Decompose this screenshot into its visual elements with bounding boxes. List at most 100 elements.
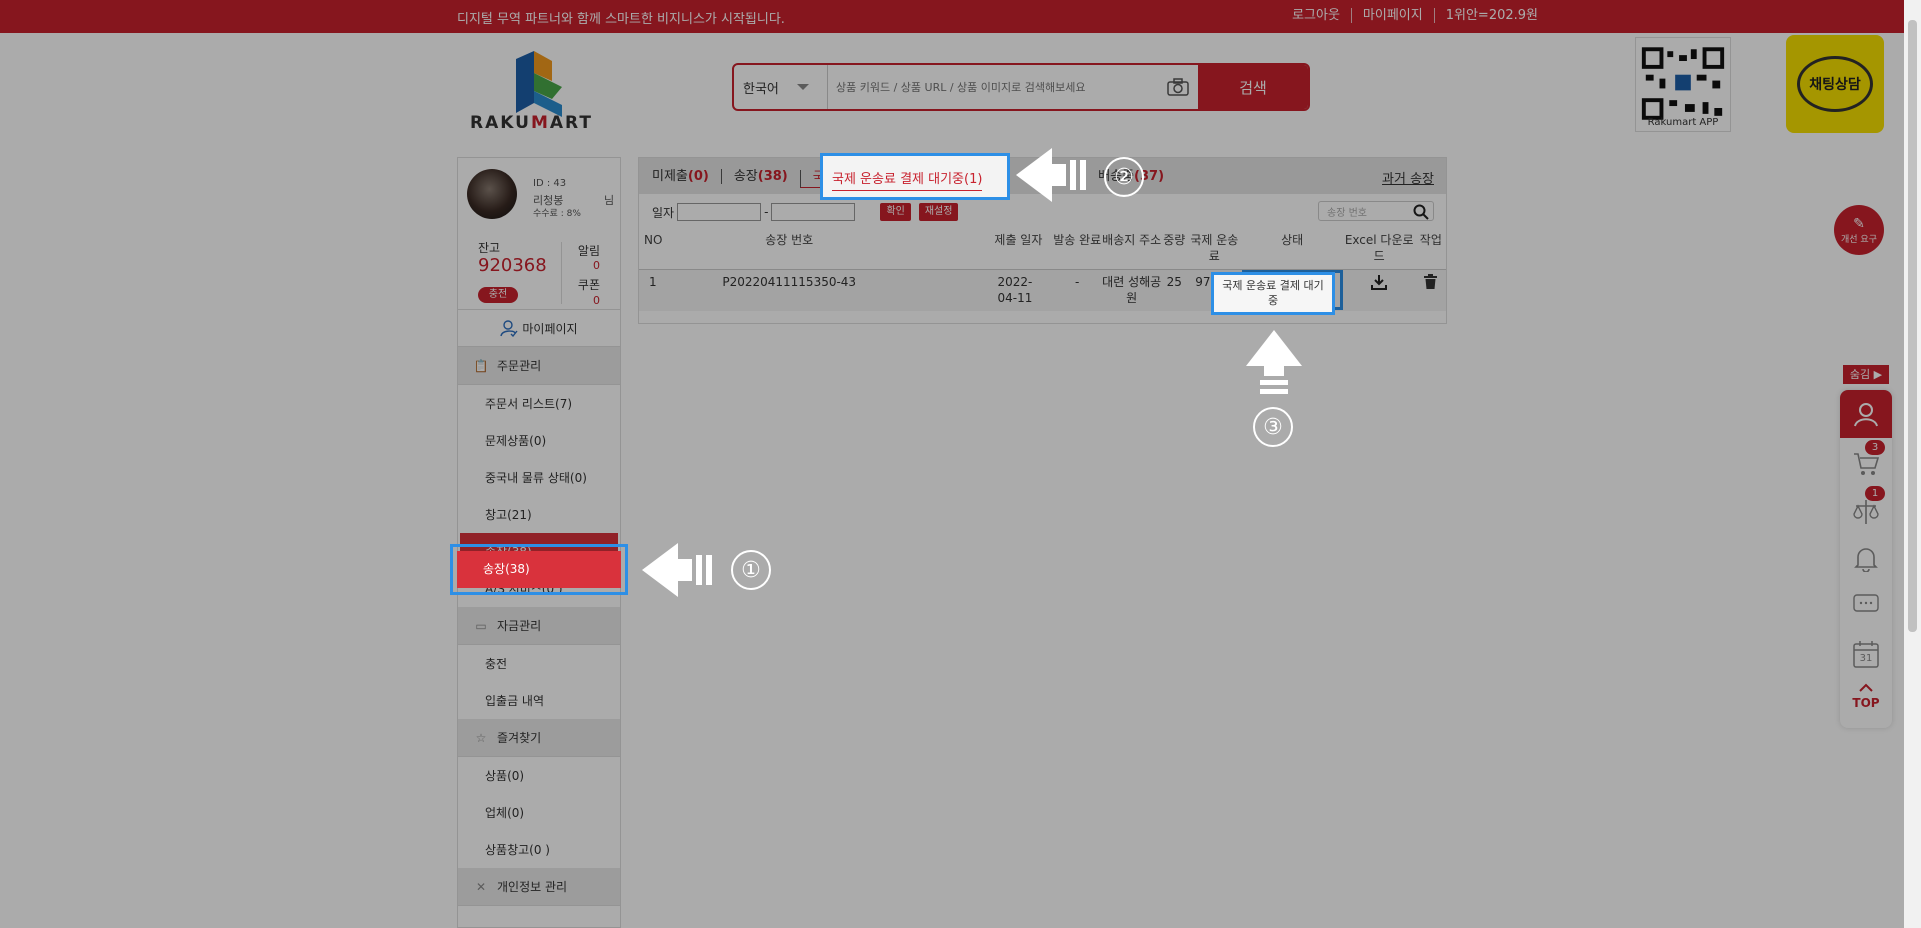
date-label: 일자 [652,205,675,220]
table-header-row: NO 송장 번호 제출 일자 발송 완료 배송지 주소 중량 국제 운송료 상태… [639,230,1446,270]
chat-bubble-icon: 채팅상담 [1797,56,1873,112]
sidebar-item-product-warehouse[interactable]: 상품창고(0 ) [458,831,620,868]
row-action [1415,269,1446,311]
clipboard-icon: 📋 [473,358,489,373]
charge-button[interactable]: 충전 [478,287,518,303]
top-bar: 디지털 무역 파트너와 함께 스마트한 비지니스가 시작됩니다. 로그아웃 마이… [0,0,1921,33]
scrollbar-thumb[interactable] [1908,20,1917,632]
star-icon: ☆ [475,730,487,745]
sidebar-item-transactions[interactable]: 입출금 내역 [458,682,620,719]
right-toolbar: 3 1 31 TOP [1840,390,1892,728]
chevron-up-icon [1859,683,1873,692]
date-to-input[interactable] [771,203,856,221]
row-excel [1342,269,1416,311]
invoice-search-input[interactable]: 송장 번호 [1318,201,1434,221]
sidebar-item-fav-products[interactable]: 상품(0) [458,757,620,794]
logo-text: RAKUMART [470,113,593,133]
row-submit-date: 2022-04-11 [902,269,1053,311]
hide-toolbar-button[interactable]: 숨김 ▶ [1843,365,1889,384]
card-icon: ▭ [475,618,487,633]
confirm-button[interactable]: 확인 [880,203,911,221]
search-icon[interactable] [1413,204,1429,220]
coupon-label[interactable]: 쿠폰 [578,276,600,293]
coupon-count: 0 [593,294,600,307]
search-bar: 한국어 검색 [732,63,1310,111]
tab-invoice[interactable]: 송장(38) [720,168,800,184]
date-dash: - [764,205,769,219]
mypage-link[interactable]: 마이페이지 [1350,8,1434,23]
reset-button[interactable]: 재설정 [918,203,959,221]
row-no: 1 [639,269,677,311]
search-input[interactable] [828,65,1158,109]
profile-card: ID : 43 리청봉 님 수수료 : 8% 잔고 920368 충전 알림 0… [458,158,620,310]
col-address: 배송지 주소 [1101,230,1162,270]
col-action: 작업 [1415,230,1446,270]
search-button[interactable]: 검색 [1198,65,1308,109]
scroll-top-button[interactable]: TOP [1840,696,1892,710]
step-number-1: ① [731,550,771,590]
arrow-left-icon [642,543,712,597]
step-number-3: ③ [1253,407,1293,447]
arrow-left-icon [1016,148,1086,202]
sidebar-item-order-list[interactable]: 주문서 리스트(7) [458,385,620,422]
balance-value: 920368 [478,255,547,276]
chat-icon[interactable] [1853,594,1879,614]
col-invoice-number: 송장 번호 [676,230,903,270]
sidebar-item-charge[interactable]: 충전 [458,645,620,682]
row-weight: 25 [1161,269,1188,311]
chevron-down-icon [796,84,809,90]
date-from-input[interactable] [677,203,762,221]
page-scrollbar[interactable] [1904,0,1921,928]
sidebar-item-fav-shops[interactable]: 업체(0) [458,794,620,831]
camera-icon[interactable] [1158,65,1198,109]
top-links: 로그아웃 마이페이지 1위안=202.9원 [1281,8,1549,23]
user-id: ID : 43 [533,178,567,189]
section-personal-info[interactable]: ✕ 개인정보 관리 [458,868,620,906]
row-address: 대련 성해공원 [1101,269,1162,311]
sidebar-item-problem-products[interactable]: 문제상품(0) [458,422,620,459]
row-sent: - [1052,269,1102,311]
chat-button[interactable]: 채팅상담 [1786,35,1884,133]
balance-scale-icon[interactable] [1853,498,1879,526]
col-shipping-fee: 국제 운송료 [1187,230,1242,270]
trash-icon[interactable] [1424,273,1438,289]
section-order-management[interactable]: 📋 주문관리 [458,347,620,385]
logout-link[interactable]: 로그아웃 [1281,8,1351,23]
language-select[interactable]: 한국어 [734,65,828,109]
step-number-2: ② [1104,157,1144,197]
highlight-sidebar-invoice: 송장(38) [450,544,628,595]
avatar[interactable] [467,169,517,219]
highlighted-invoice-item[interactable]: 송장(38) [457,551,621,588]
col-weight: 중량 [1161,230,1188,270]
highlight-tab-awaiting: 국제 운송료 결제 대기중(1) [820,153,1010,200]
favorites-badge: 1 [1865,486,1885,501]
bell-icon[interactable] [1853,546,1879,572]
sidebar-mypage[interactable]: 마이페이지 [458,310,620,347]
alarm-label[interactable]: 알림 [578,242,600,259]
cart-icon[interactable] [1853,452,1879,476]
col-sent: 발송 완료 [1052,230,1102,270]
tab-unsubmitted[interactable]: 미제출(0) [652,169,721,184]
divider [561,242,562,304]
highlighted-status-badge[interactable]: 국제 운송료 결제 대기중 [1211,272,1335,315]
fee-rate: 수수료 : 8% [533,209,581,219]
col-excel: Excel 다운로드 [1342,230,1416,270]
user-icon[interactable] [1840,390,1892,438]
sidebar-item-china-logistics[interactable]: 중국내 물류 상태(0) [458,459,620,496]
arrow-up-icon [1246,330,1302,394]
slogan: 디지털 무역 파트너와 함께 스마트한 비지니스가 시작됩니다. [457,12,785,27]
download-icon[interactable] [1371,274,1388,290]
qr-label: Rakumart APP [1647,117,1719,128]
section-fund-management[interactable]: ▭ 자금관리 [458,607,620,645]
tools-icon: ✕ [475,879,487,894]
sidebar-item-warehouse[interactable]: 창고(21) [458,496,620,533]
exchange-rate: 1위안=202.9원 [1433,8,1549,23]
alarm-count: 0 [593,259,600,272]
row-invoice-number[interactable]: P20220411115350-43 [676,269,903,311]
highlighted-awaiting-tab[interactable]: 국제 운송료 결제 대기중(1) [832,168,983,191]
past-invoices-link[interactable]: 과거 송장 [1382,168,1434,187]
section-favorites[interactable]: ☆ 즐겨찾기 [458,719,620,757]
cart-badge: 3 [1865,440,1885,455]
improve-request-button[interactable]: ✎ 개선 요구 [1834,205,1884,255]
col-submit-date: 제출 일자 [902,230,1053,270]
